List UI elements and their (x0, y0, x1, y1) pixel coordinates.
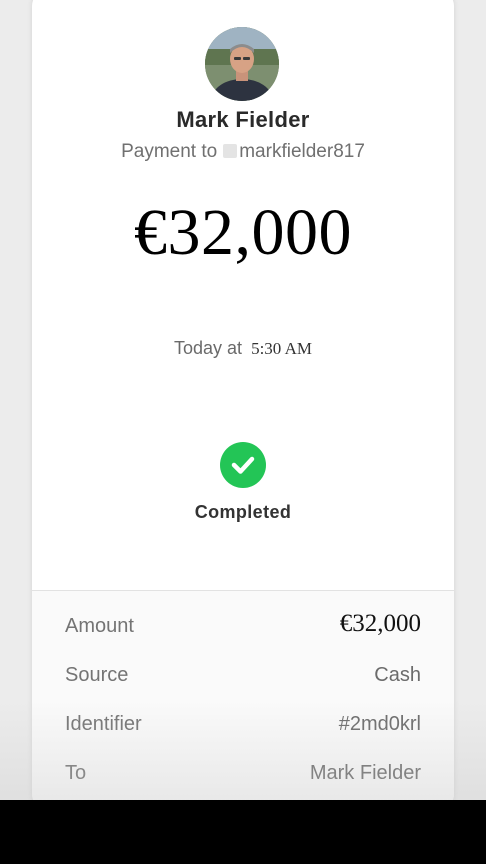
bottom-black-bar (0, 800, 486, 864)
detail-value: Mark Fielder (309, 762, 421, 784)
payment-amount: €32,000 (134, 196, 352, 269)
recipient-avatar (205, 27, 279, 101)
detail-row-to: To Mark Fielder (65, 762, 421, 792)
detail-value: Cash (374, 664, 421, 686)
detail-label: Amount (65, 615, 134, 637)
recipient-name: Mark Fielder (176, 107, 310, 132)
details-section: Amount €32,000 Source Cash Identifier #2… (32, 591, 454, 800)
recipient-handle: markfielder817 (239, 141, 365, 162)
detail-value: €32,000 (339, 610, 421, 637)
date-prefix: Today at (174, 338, 243, 358)
payment-to-line: Payment to markfielder817 (32, 141, 454, 163)
status-label: Completed (194, 502, 292, 522)
detail-row-identifier: Identifier #2md0krl (65, 713, 421, 743)
checkmark-glyph-icon (231, 456, 255, 474)
detail-label: Source (65, 664, 129, 686)
detail-label: Identifier (65, 713, 142, 735)
detail-label: To (65, 762, 87, 784)
payment-receipt-screen: Mark Fielder Payment to markfielder817 €3… (0, 0, 486, 800)
detail-row-amount: Amount €32,000 (65, 610, 421, 645)
payment-time: 5:30 AM (251, 339, 312, 358)
profile-photo-icon (205, 27, 279, 101)
receipt-card: Mark Fielder Payment to markfielder817 €3… (32, 0, 454, 800)
detail-row-source: Source Cash (65, 664, 421, 694)
redacted-symbol (223, 144, 238, 158)
payment-to-prefix: Payment to (121, 141, 218, 162)
checkmark-icon (220, 442, 266, 488)
detail-value: #2md0krl (338, 713, 421, 735)
payment-date: Today at 5:30 AM (32, 338, 454, 359)
